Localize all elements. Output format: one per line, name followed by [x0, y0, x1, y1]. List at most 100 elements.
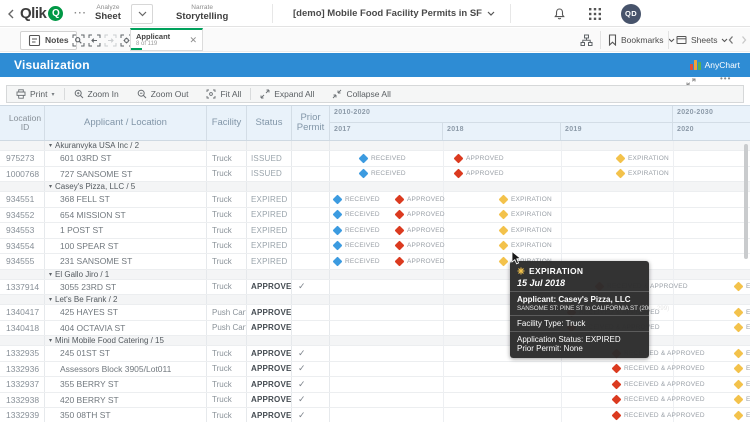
column-header-location-id[interactable]: Location ID	[0, 106, 45, 140]
notes-button[interactable]: Notes	[20, 30, 77, 50]
qlik-logo[interactable]: Qlik Q	[20, 0, 64, 27]
timeline-marker-approved[interactable]: APPROVED	[394, 223, 445, 238]
diamond-marker-icon[interactable]	[733, 410, 744, 421]
diamond-marker-icon[interactable]	[394, 209, 405, 220]
diamond-marker-icon[interactable]	[611, 363, 622, 374]
diamond-marker-icon[interactable]	[358, 168, 369, 179]
diamond-marker-icon[interactable]	[394, 194, 405, 205]
sheet-dropdown-button[interactable]	[131, 3, 153, 24]
app-title-menu[interactable]: [demo] Mobile Food Facility Permits in S…	[293, 0, 495, 27]
sheets-button[interactable]: Sheets	[676, 28, 728, 52]
bookmarks-button[interactable]: Bookmarks	[608, 28, 675, 52]
timeline-marker-received-approved[interactable]: RECEIVED & APPROVED	[611, 377, 705, 392]
print-button[interactable]: Print ▾	[7, 86, 64, 102]
table-row[interactable]: 934554 100 SPEAR ST Truck EXPIRED RECEIVED AP…	[0, 238, 750, 254]
timeline-marker-expiration[interactable]: EXPIRATION	[733, 305, 750, 320]
timeline-marker-approved[interactable]: APPROVED	[453, 167, 504, 182]
timeline-marker-expiration[interactable]: EXPIRATION	[733, 408, 750, 422]
timeline-marker-received-approved[interactable]: RECEIVED & APPROVED	[611, 408, 705, 422]
collapse-triangle-icon[interactable]: ▾	[49, 337, 52, 344]
timeline-marker-received[interactable]: RECEIVED	[358, 167, 406, 182]
tab-analyze-sheet[interactable]: Analyze Sheet	[95, 0, 121, 27]
step-back-button[interactable]	[88, 28, 101, 52]
diamond-marker-icon[interactable]	[733, 394, 744, 405]
diamond-marker-icon[interactable]	[611, 410, 622, 421]
group-row[interactable]: ▾ Casey's Pizza, LLC / 5	[0, 182, 750, 192]
timeline-marker-expiration[interactable]: EXPIRATION	[733, 346, 750, 361]
notifications-button[interactable]	[553, 0, 566, 27]
timeline-marker-expiration[interactable]: EXPIRATION	[615, 151, 669, 166]
timeline-marker-expiration[interactable]: EXPIRATION	[498, 192, 552, 207]
diamond-marker-icon[interactable]	[615, 153, 626, 164]
next-sheet-button[interactable]	[740, 28, 748, 52]
diamond-marker-icon[interactable]	[733, 307, 744, 318]
timeline-marker-expiration[interactable]: EXPIRATION	[733, 321, 750, 336]
collapse-triangle-icon[interactable]: ▾	[49, 183, 52, 190]
diamond-marker-icon[interactable]	[498, 240, 509, 251]
timeline-marker-expiration[interactable]: EXPIRATION	[733, 393, 750, 408]
timeline-marker-received[interactable]: RECEIVED	[332, 254, 380, 269]
timeline-marker-expiration[interactable]: EXPIRATION	[733, 362, 750, 377]
diamond-marker-icon[interactable]	[394, 225, 405, 236]
timeline-marker-expiration[interactable]: EXPIRATION	[498, 223, 552, 238]
table-row[interactable]: 1332936 Assessors Block 3905/Lot011 Truck A…	[0, 361, 750, 377]
column-header-facility[interactable]: Facility	[207, 106, 247, 140]
timeline-marker-approved[interactable]: APPROVED	[453, 151, 504, 166]
table-row[interactable]: 1332938420 BERRY STTruckAPPROVED✓RECEIVE…	[0, 392, 750, 408]
anychart-credit[interactable]: AnyChart	[689, 53, 740, 77]
timeline-marker-received-approved[interactable]: RECEIVED & APPROVED	[611, 362, 705, 377]
clear-filter-button[interactable]: ✕	[184, 35, 202, 46]
table-row[interactable]: 934552 654 MISSION ST Truck EXPIRED RECEIVED…	[0, 207, 750, 223]
diamond-marker-icon[interactable]	[611, 379, 622, 390]
diamond-marker-icon[interactable]	[332, 225, 343, 236]
back-button[interactable]	[6, 0, 16, 27]
more-menu-button[interactable]: ···	[74, 0, 87, 27]
timeline-marker-expiration[interactable]: EXPIRATION	[733, 377, 750, 392]
insights-button[interactable]	[580, 28, 593, 52]
zoom-out-button[interactable]: Zoom Out	[128, 86, 198, 102]
timeline-marker-expiration[interactable]: EXPIRATION	[615, 167, 669, 182]
timeline-marker-approved[interactable]: APPROVED	[394, 208, 445, 223]
diamond-marker-icon[interactable]	[453, 168, 464, 179]
diamond-marker-icon[interactable]	[358, 153, 369, 164]
diamond-marker-icon[interactable]	[332, 194, 343, 205]
diamond-marker-icon[interactable]	[453, 153, 464, 164]
timeline-marker-received[interactable]: RECEIVED	[332, 208, 380, 223]
filter-chip-applicant[interactable]: Applicant 8 of 119 ✕	[130, 28, 203, 51]
step-forward-button[interactable]	[104, 28, 117, 52]
timeline-marker-expiration[interactable]: EXPIRATION	[733, 280, 750, 295]
fit-all-button[interactable]: Fit All	[197, 86, 250, 102]
timeline-marker-expiration[interactable]: EXPIRATION	[498, 208, 552, 223]
diamond-marker-icon[interactable]	[615, 168, 626, 179]
diamond-marker-icon[interactable]	[733, 363, 744, 374]
timeline-marker-approved[interactable]: APPROVED	[394, 254, 445, 269]
collapse-triangle-icon[interactable]: ▾	[49, 296, 52, 303]
smart-search-button[interactable]	[72, 28, 85, 52]
object-menu-button[interactable]: •••	[720, 74, 731, 83]
column-header-status[interactable]: Status	[247, 106, 292, 140]
timeline-marker-received-approved[interactable]: RECEIVED & APPROVED	[611, 393, 705, 408]
table-row[interactable]: 1332939350 08TH STTruckAPPROVED✓RECEIVED…	[0, 408, 750, 422]
diamond-marker-icon[interactable]	[733, 348, 744, 359]
diamond-marker-icon[interactable]	[332, 240, 343, 251]
timeline-marker-expiration[interactable]: EXPIRATION	[498, 239, 552, 254]
collapse-triangle-icon[interactable]: ▾	[49, 142, 52, 149]
diamond-marker-icon[interactable]	[498, 209, 509, 220]
user-avatar[interactable]: QD	[621, 3, 641, 24]
group-row[interactable]: ▾ Akuranvyka USA Inc / 2	[0, 141, 750, 151]
timeline-marker-received[interactable]: RECEIVED	[332, 239, 380, 254]
table-row[interactable]: 1000768 727 SANSOME ST Truck ISSUED RECEIVED…	[0, 166, 750, 182]
diamond-marker-icon[interactable]	[498, 225, 509, 236]
column-header-prior-permit[interactable]: Prior Permit	[292, 106, 330, 140]
column-header-applicant-location[interactable]: Applicant / Location	[45, 106, 207, 140]
vertical-scrollbar[interactable]	[744, 144, 748, 259]
diamond-marker-icon[interactable]	[394, 240, 405, 251]
zoom-in-button[interactable]: Zoom In	[65, 86, 128, 102]
diamond-marker-icon[interactable]	[611, 394, 622, 405]
table-row[interactable]: 934551 368 FELL ST Truck EXPIRED RECEIVED APP…	[0, 192, 750, 208]
tab-narrate-storytelling[interactable]: Narrate Storytelling	[176, 0, 228, 27]
timeline-marker-received[interactable]: RECEIVED	[332, 223, 380, 238]
app-launcher-button[interactable]	[589, 0, 601, 27]
collapse-all-button[interactable]: Collapse All	[323, 86, 399, 102]
diamond-marker-icon[interactable]	[498, 256, 509, 267]
